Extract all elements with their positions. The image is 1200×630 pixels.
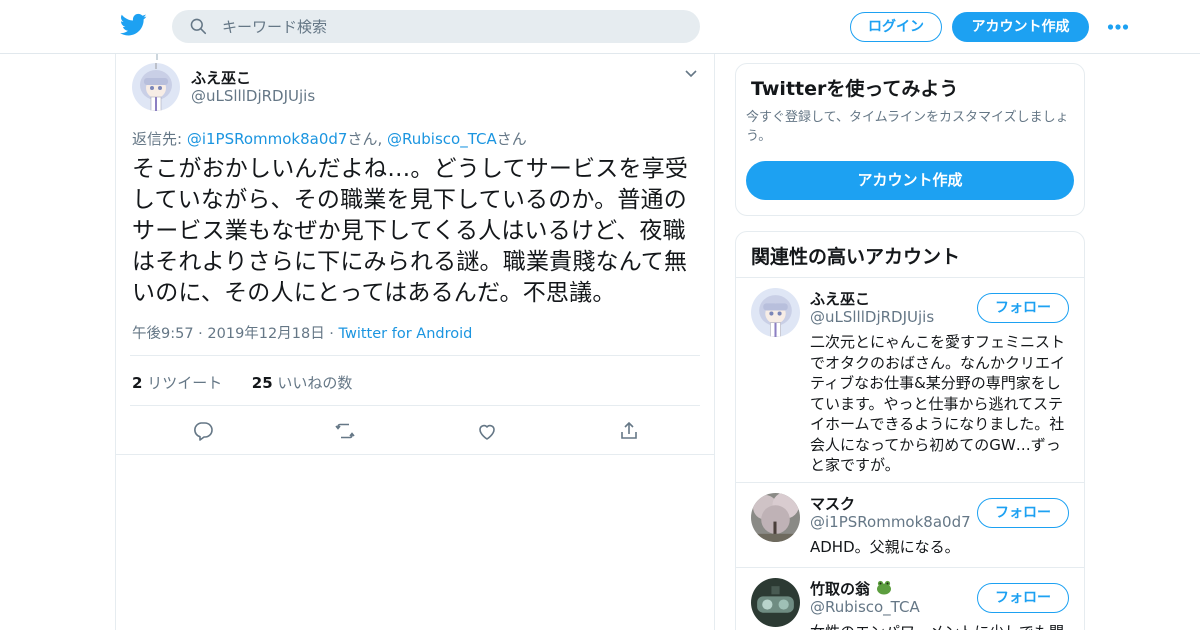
reply-to-line: 返信先: @i1PSRommok8a0d7さん, @Rubisco_TCAさん xyxy=(132,128,527,149)
cherry-blossom-photo-icon xyxy=(751,493,800,542)
tweet-metadata: 午後9:57 · 2019年12月18日 · Twitter for Andro… xyxy=(132,322,472,343)
related-account-item[interactable]: マスク @i1PSRommok8a0d7 フォロー ADHD。父親になる。 xyxy=(736,483,1084,567)
login-button[interactable]: ログイン xyxy=(850,12,942,42)
signup-button[interactable]: アカウント作成 xyxy=(952,12,1089,42)
twitter-bird-logo-icon[interactable] xyxy=(120,13,147,37)
like-stat[interactable]: 25 いいねの数 xyxy=(252,374,353,392)
more-options-icon[interactable] xyxy=(1107,22,1129,32)
heart-icon[interactable] xyxy=(476,420,498,442)
tweet-author-handle[interactable]: @uLSlllDjRDJUjis xyxy=(191,87,315,105)
related-account-handle[interactable]: @Rubisco_TCA xyxy=(810,598,920,616)
divider xyxy=(130,355,700,356)
anime-avatar-icon xyxy=(751,288,800,337)
like-count: 25 xyxy=(251,374,273,392)
related-account-avatar[interactable] xyxy=(751,578,800,627)
signup-card-button[interactable]: アカウント作成 xyxy=(746,161,1074,200)
share-icon[interactable] xyxy=(618,420,640,442)
search-input[interactable] xyxy=(222,10,682,43)
signup-card-title: Twitterを使ってみよう xyxy=(751,78,959,100)
anime-avatar-icon xyxy=(132,63,180,111)
retweet-icon[interactable] xyxy=(334,420,356,442)
related-account-name[interactable]: マスク xyxy=(810,493,855,514)
related-account-bio: 二次元とにゃんこを愛すフェミニストでオタクのおばさん。なんかクリエイティブなお仕… xyxy=(810,333,1066,474)
related-account-avatar[interactable] xyxy=(751,288,800,337)
follow-button[interactable]: フォロー xyxy=(977,498,1069,528)
reply-suffix: さん xyxy=(496,130,527,148)
related-account-item[interactable]: ふえ巫こ @uLSlllDjRDJUjis フォロー 二次元とにゃんこを愛すフェ… xyxy=(736,278,1084,482)
related-account-item[interactable]: 竹取の翁 @Rubisco_TCA フォロー 女性のエンパワーメントに少しでも関 xyxy=(736,568,1084,630)
reply-mention-link[interactable]: @Rubisco_TCA xyxy=(387,130,497,148)
related-account-name[interactable]: 竹取の翁 xyxy=(810,578,893,599)
divider xyxy=(116,454,714,455)
tweet-timestamp[interactable]: 午後9:57 · 2019年12月18日 · xyxy=(132,326,339,342)
signup-card: Twitterを使ってみよう 今すぐ登録して、タイムラインをカスタマイズしましょ… xyxy=(735,63,1085,216)
related-account-avatar[interactable] xyxy=(751,493,800,542)
tweet-source-link[interactable]: Twitter for Android xyxy=(339,326,473,342)
related-accounts-card: 関連性の高いアカウント ふえ巫こ @uLSlllDjRDJUjis フォロー 二… xyxy=(735,231,1085,630)
follow-button[interactable]: フォロー xyxy=(977,583,1069,613)
search-icon xyxy=(190,18,207,35)
tweet-text: そこがおかしいんだよね…。どうしてサービスを享受していながら、その職業を見下して… xyxy=(132,156,689,306)
follow-button[interactable]: フォロー xyxy=(977,293,1069,323)
reply-mention-link[interactable]: @i1PSRommok8a0d7 xyxy=(187,130,348,148)
tweet-author-name[interactable]: ふえ巫こ xyxy=(191,67,251,88)
divider xyxy=(130,405,700,406)
related-account-name[interactable]: ふえ巫こ xyxy=(810,288,870,309)
author-avatar[interactable] xyxy=(132,63,180,111)
related-account-handle[interactable]: @i1PSRommok8a0d7 xyxy=(810,513,971,531)
retweet-stat[interactable]: 2 リツイート xyxy=(132,374,222,392)
related-account-bio: 女性のエンパワーメントに少しでも関 xyxy=(810,622,1072,630)
retweet-label: リツイート xyxy=(142,374,223,392)
signup-card-description: 今すぐ登録して、タイムラインをカスタマイズしましょう。 xyxy=(746,110,1069,144)
reply-prefix: 返信先: xyxy=(132,130,187,148)
chevron-down-icon[interactable] xyxy=(684,69,698,79)
related-account-handle[interactable]: @uLSlllDjRDJUjis xyxy=(810,308,934,326)
lab-photo-icon xyxy=(751,578,800,627)
reply-icon[interactable] xyxy=(192,420,214,442)
search-box[interactable] xyxy=(172,10,700,43)
like-label: いいねの数 xyxy=(272,374,353,392)
related-account-name-text: 竹取の翁 xyxy=(810,580,871,598)
top-nav-bar: ログイン アカウント作成 xyxy=(0,0,1200,54)
retweet-count: 2 xyxy=(132,374,143,392)
related-accounts-title: 関連性の高いアカウント xyxy=(751,246,961,268)
tweet-stats: 2 リツイート 25 いいねの数 xyxy=(132,372,352,393)
reply-suffix: さん, xyxy=(347,130,388,148)
related-account-bio: ADHD。父親になる。 xyxy=(810,538,960,556)
frog-emoji-icon xyxy=(877,580,892,595)
tweet-column: ふえ巫こ @uLSlllDjRDJUjis 返信先: @i1PSRommok8a… xyxy=(115,54,715,630)
thread-line xyxy=(156,54,158,60)
